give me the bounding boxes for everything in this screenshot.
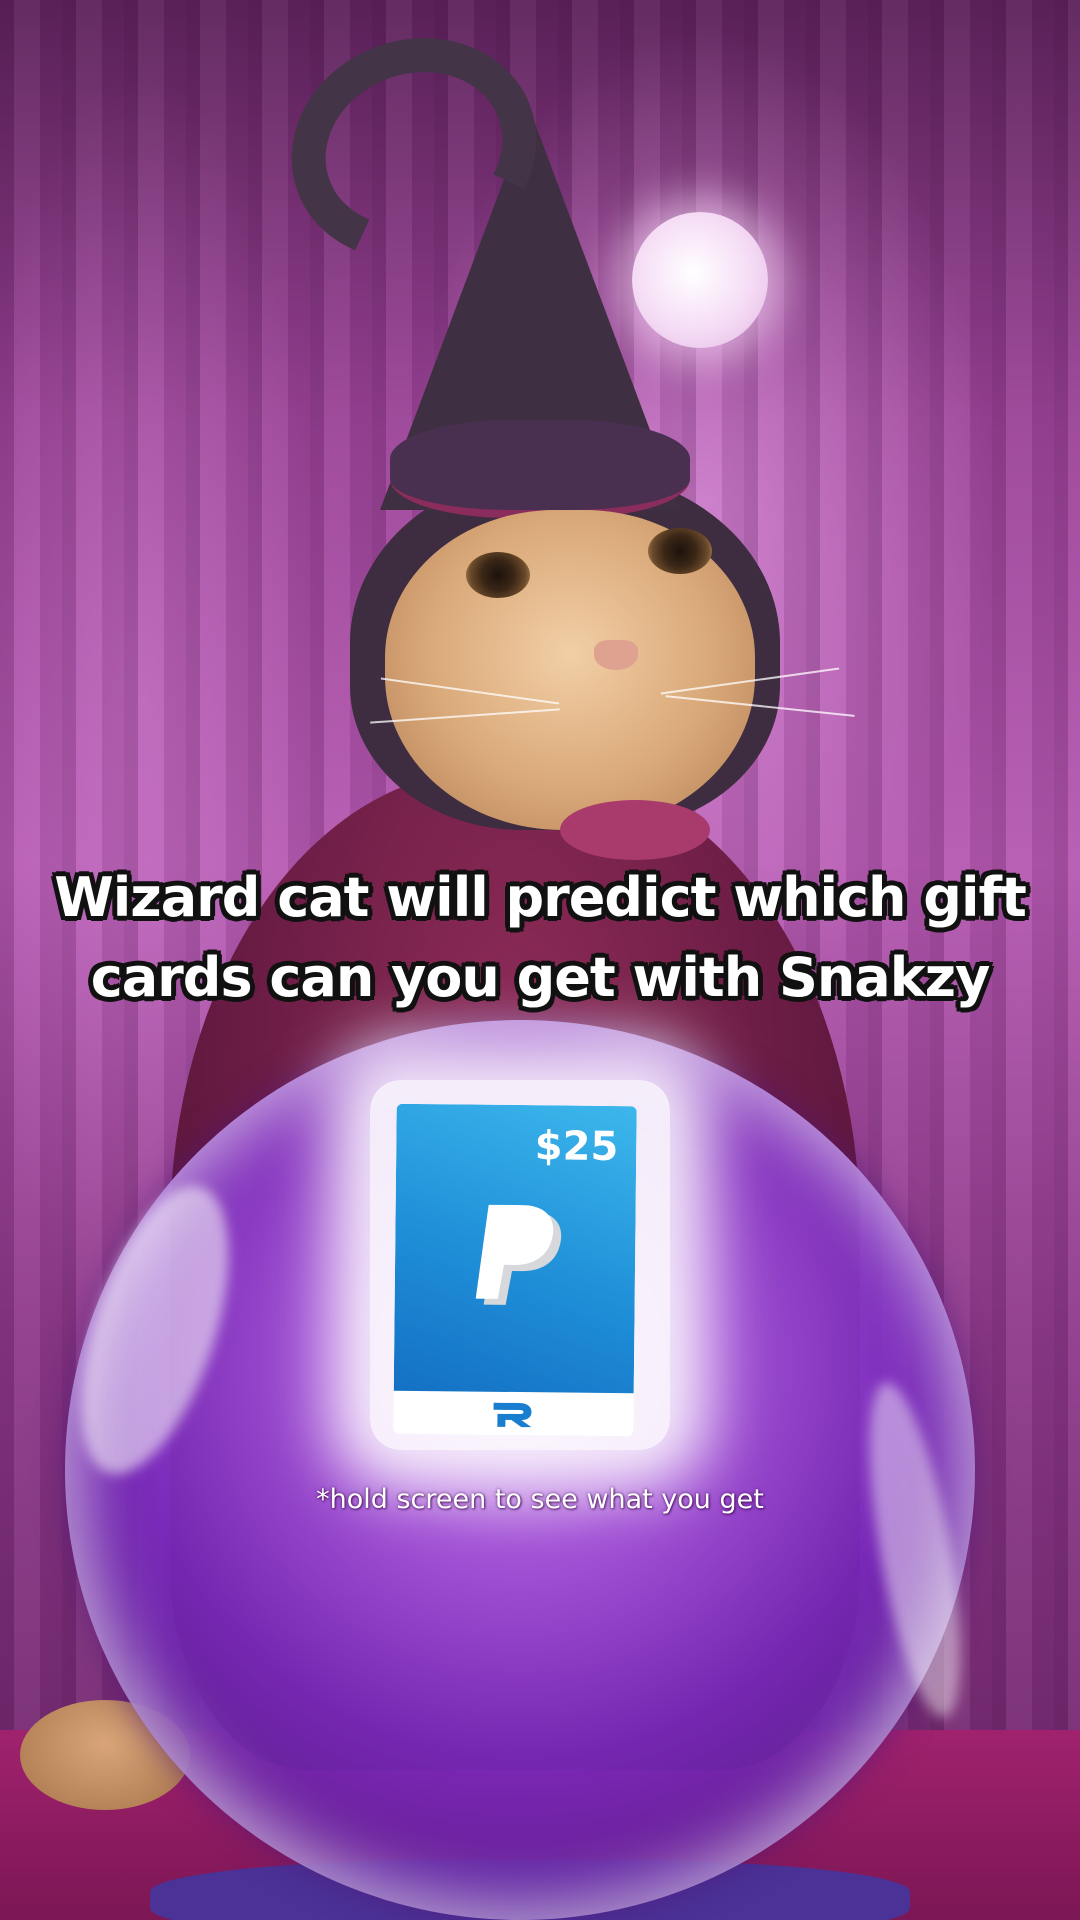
cat-nose [594,640,638,670]
caption-line-2: cards can you get with Snakzy [90,946,991,1009]
cat-eye-right [648,528,712,574]
wizard-hat-brim [390,420,690,518]
gift-card: $25 [393,1103,637,1437]
caption-line-1: Wizard cat will predict which gift [54,866,1027,929]
r-logo-icon [493,1402,532,1428]
video-frame[interactable]: $25 Wizard cat will predict which gift c… [0,0,1080,1920]
gift-card-amount: $25 [534,1123,619,1171]
robe-collar [560,800,710,860]
video-caption: Wizard cat will predict which gift cards… [40,858,1040,1018]
hold-screen-hint: *hold screen to see what you get [316,1484,764,1515]
paypal-logo-icon [475,1204,562,1305]
cat-eye-left [466,552,530,598]
